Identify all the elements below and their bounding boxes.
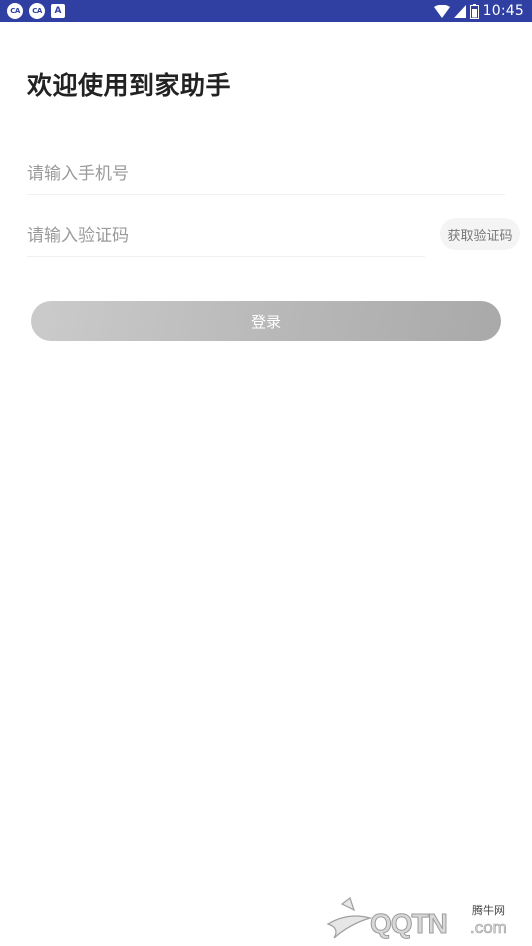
notification-a-icon: A <box>51 4 65 18</box>
watermark: 腾牛网 QQTN .com <box>320 894 526 942</box>
status-notification-icons: CA CA A <box>7 3 65 19</box>
phone-number-input[interactable] <box>27 154 505 194</box>
watermark-cn-text: 腾牛网 <box>472 904 505 917</box>
notification-app-icon: CA <box>29 3 45 19</box>
watermark-text: QQTN <box>370 908 449 940</box>
verification-code-input[interactable] <box>27 216 421 256</box>
page-title: 欢迎使用到家助手 <box>27 71 232 100</box>
get-verification-code-button[interactable]: 获取验证码 <box>440 218 520 250</box>
phone-input-divider <box>27 194 505 195</box>
wifi-icon <box>433 4 450 18</box>
status-time: 10:45 <box>482 3 524 19</box>
status-system-icons: 10:45 <box>433 2 524 20</box>
battery-icon <box>469 3 479 19</box>
login-button[interactable]: 登录 <box>31 301 501 341</box>
code-input-divider <box>27 256 425 257</box>
watermark-logo-icon <box>326 897 373 939</box>
status-bar: CA CA A 10:45 <box>0 0 532 22</box>
notification-app-icon: CA <box>7 3 23 19</box>
watermark-suffix: .com <box>470 918 507 938</box>
signal-icon <box>453 4 466 18</box>
